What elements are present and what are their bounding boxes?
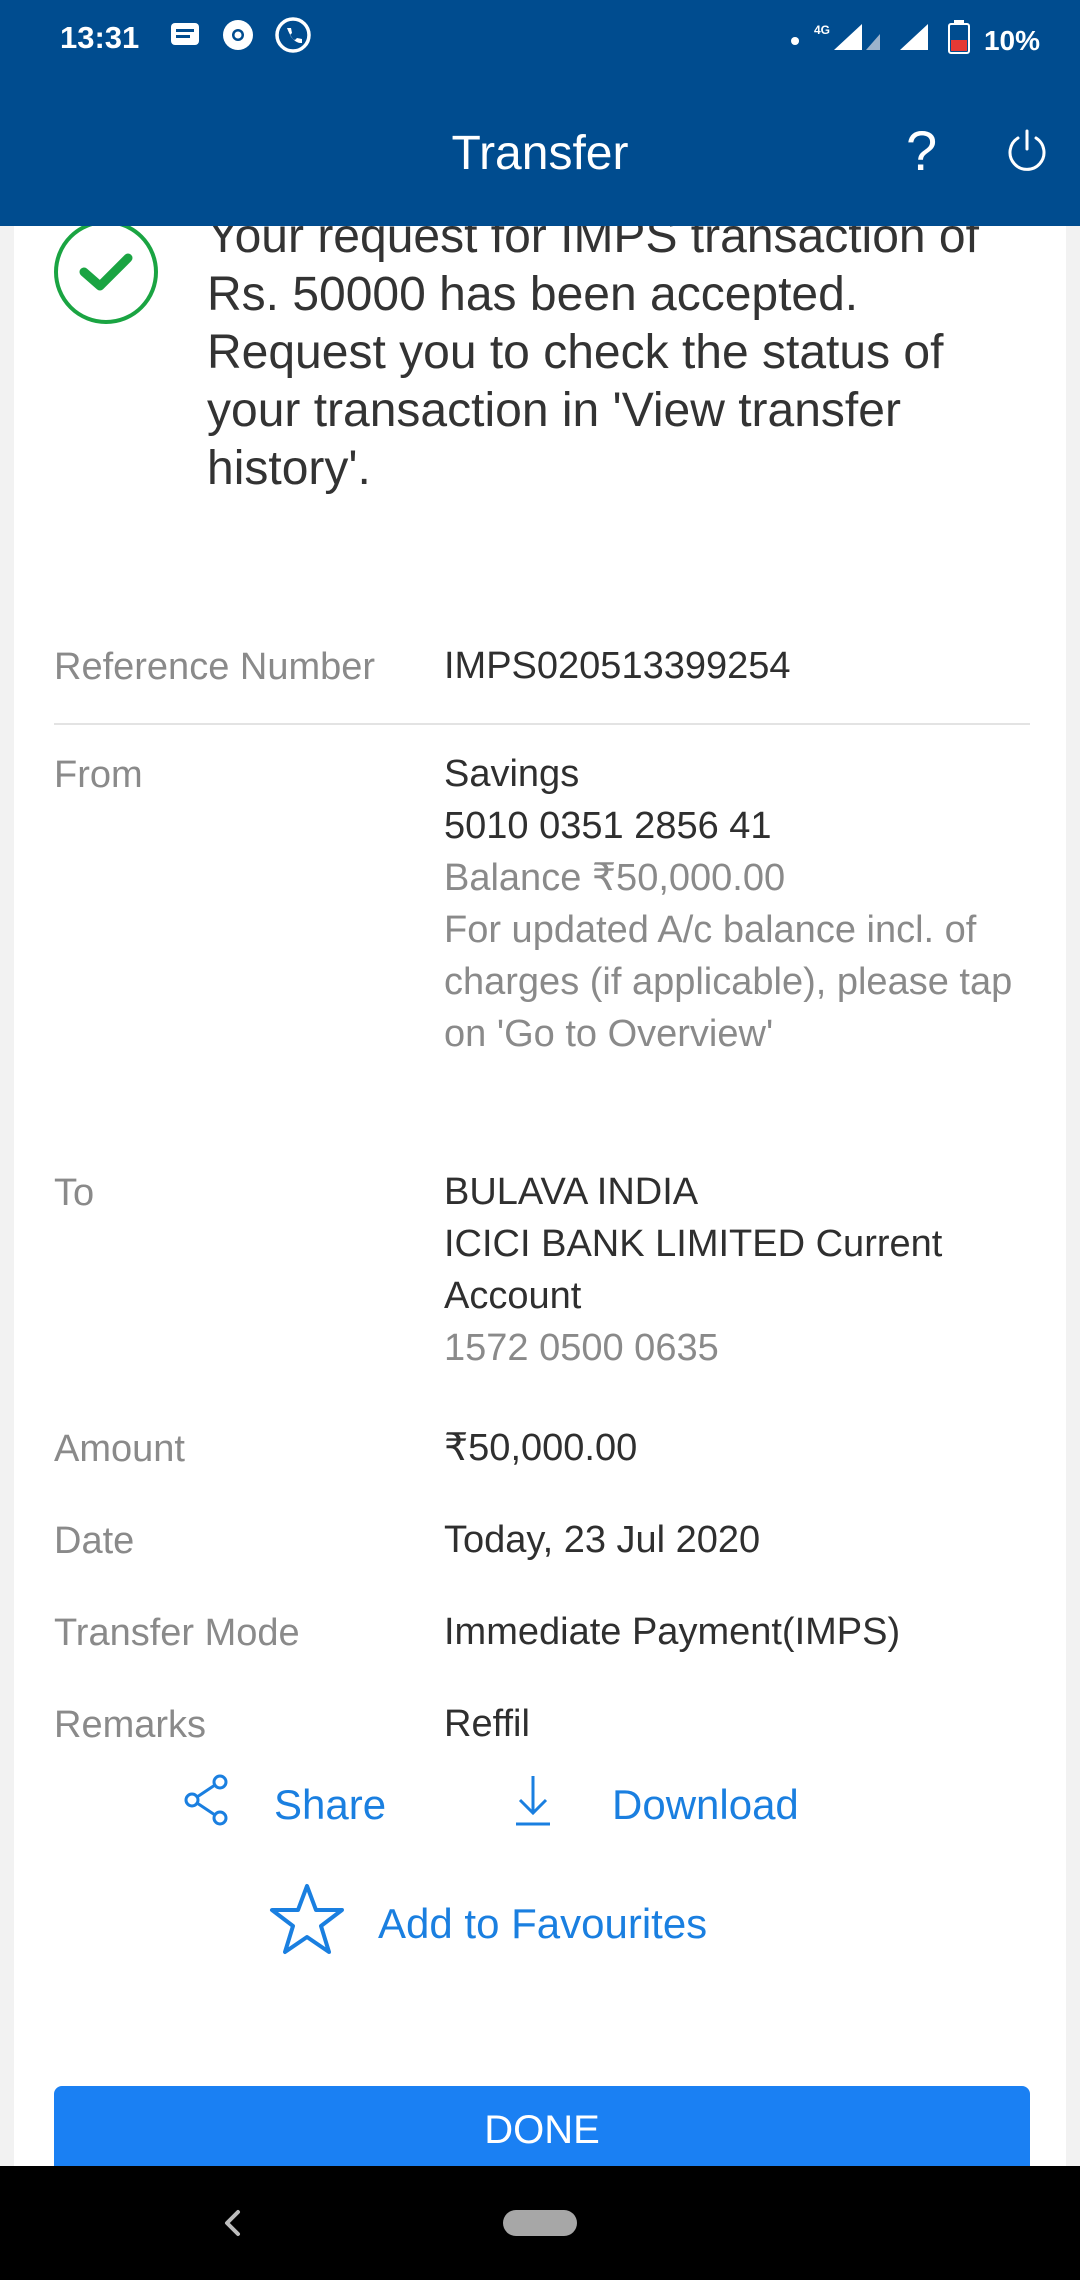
status-right: • 4G 10% — [790, 20, 1040, 61]
favourites-label: Add to Favourites — [378, 1900, 708, 1947]
done-button[interactable]: DONE — [54, 2086, 1030, 2166]
from-label: From — [54, 754, 143, 796]
share-button[interactable]: Share — [180, 1770, 386, 1840]
download-label: Download — [612, 1781, 799, 1828]
amount-value: ₹50,000.00 — [444, 1427, 638, 1469]
chrome-icon — [220, 16, 256, 54]
status-time: 13:31 — [60, 20, 140, 55]
reference-value: IMPS020513399254 — [444, 645, 791, 687]
star-icon — [268, 1882, 346, 1966]
dot-indicator: • — [790, 24, 800, 56]
transfer-mode-value: Immediate Payment(IMPS) — [444, 1611, 901, 1653]
download-button[interactable]: Download — [508, 1770, 799, 1840]
divider — [54, 723, 1030, 725]
transfer-result-card: Your request for IMPS transaction of Rs.… — [14, 226, 1066, 2166]
remarks-value: Reffil — [444, 1703, 530, 1745]
battery-icon — [947, 20, 970, 61]
from-account-number: 5010 0351 2856 41 — [444, 805, 772, 847]
app-bar: Transfer ? — [0, 74, 1080, 226]
signal-2-icon — [898, 22, 934, 59]
battery-percent: 10% — [983, 24, 1040, 56]
from-balance: Balance ₹50,000.00 — [444, 857, 786, 899]
svg-text:4G: 4G — [814, 23, 830, 37]
navigation-bar — [0, 2166, 1080, 2280]
back-icon[interactable] — [218, 2208, 248, 2238]
share-label: Share — [274, 1781, 387, 1828]
add-to-favourites-button[interactable]: Add to Favourites — [268, 1882, 707, 1966]
from-account-type: Savings — [444, 753, 580, 795]
to-name: BULAVA INDIA — [444, 1171, 699, 1213]
help-icon[interactable]: ? — [906, 118, 937, 183]
home-pill-icon[interactable] — [503, 2210, 577, 2236]
to-account-number: 1572 0500 0635 — [444, 1327, 719, 1369]
transfer-mode-label: Transfer Mode — [54, 1612, 300, 1654]
message-icon — [168, 16, 202, 54]
check-circle-icon — [54, 226, 158, 324]
notification-icons — [168, 16, 312, 54]
phone-icon — [274, 16, 312, 54]
date-value: Today, 23 Jul 2020 — [444, 1519, 761, 1561]
balance-note: For updated A/c balance incl. of charges… — [444, 909, 1013, 1055]
status-bar: 13:31 • 4G 10% — [0, 0, 1080, 74]
to-label: To — [54, 1172, 95, 1214]
signal-icon: 4G — [814, 22, 884, 59]
reference-label: Reference Number — [54, 646, 376, 688]
to-bank: ICICI BANK LIMITED Current Account — [444, 1223, 943, 1317]
share-icon — [180, 1770, 234, 1840]
success-message: Your request for IMPS transaction of Rs.… — [207, 226, 979, 495]
amount-label: Amount — [54, 1428, 185, 1470]
remarks-label: Remarks — [54, 1704, 207, 1746]
download-icon — [508, 1770, 558, 1840]
power-icon[interactable] — [1004, 128, 1050, 174]
date-label: Date — [54, 1520, 135, 1562]
